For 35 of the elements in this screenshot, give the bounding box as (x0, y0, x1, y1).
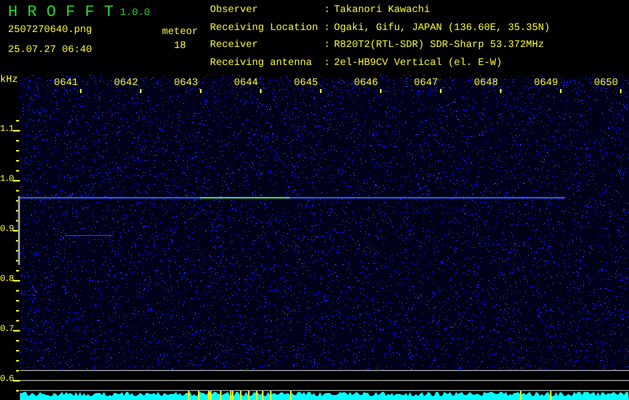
range-marker (18, 196, 20, 265)
info-value: R820T2(RTL-SDR) SDR-Sharp 53.372MHz (334, 40, 546, 53)
info-separator: : (324, 58, 332, 70)
app-title: H R O F F T (8, 3, 115, 21)
info-separator: : (324, 22, 332, 36)
time-label: 0643 (172, 78, 198, 89)
frequency-label: 0.6 (0, 374, 14, 385)
app-version: 1.0.0 (120, 8, 150, 19)
frequency-label: 1.1 (0, 124, 14, 135)
counter-value: 18 (174, 41, 186, 53)
info-label: Receiving Location (210, 22, 320, 36)
info-value: 2el-HB9CV Vertical (el. E-W) (334, 58, 504, 70)
time-label: 0646 (352, 78, 378, 89)
info-label: Observer (210, 5, 260, 18)
info-label: Receiver (210, 40, 260, 53)
frequency-unit: kHz (0, 75, 18, 86)
frequency-label: 0.9 (0, 224, 14, 235)
counter-label: meteor (162, 27, 198, 39)
time-label: 0644 (232, 78, 258, 89)
info-separator: : (324, 5, 332, 18)
time-label: 0649 (532, 78, 558, 89)
time-label: 0647 (412, 78, 438, 89)
file-name: 2507270640.png (8, 25, 94, 37)
time-label: 0641 (52, 78, 78, 89)
frequency-label: 1.0 (0, 174, 14, 185)
frequency-label: 0.7 (0, 324, 14, 335)
time-label: 0645 (292, 78, 318, 89)
date-time: 25.07.27 06:40 (8, 45, 94, 57)
info-label: Receiving antenna (210, 58, 314, 70)
time-label: 0642 (112, 78, 138, 89)
info-separator: : (324, 40, 332, 53)
time-label: 0648 (472, 78, 498, 89)
info-value: Ogaki, Gifu, JAPAN (136.60E, 35.35N) (334, 22, 550, 36)
info-value: Takanori Kawachi (334, 5, 432, 18)
frequency-label: 0.8 (0, 274, 14, 285)
